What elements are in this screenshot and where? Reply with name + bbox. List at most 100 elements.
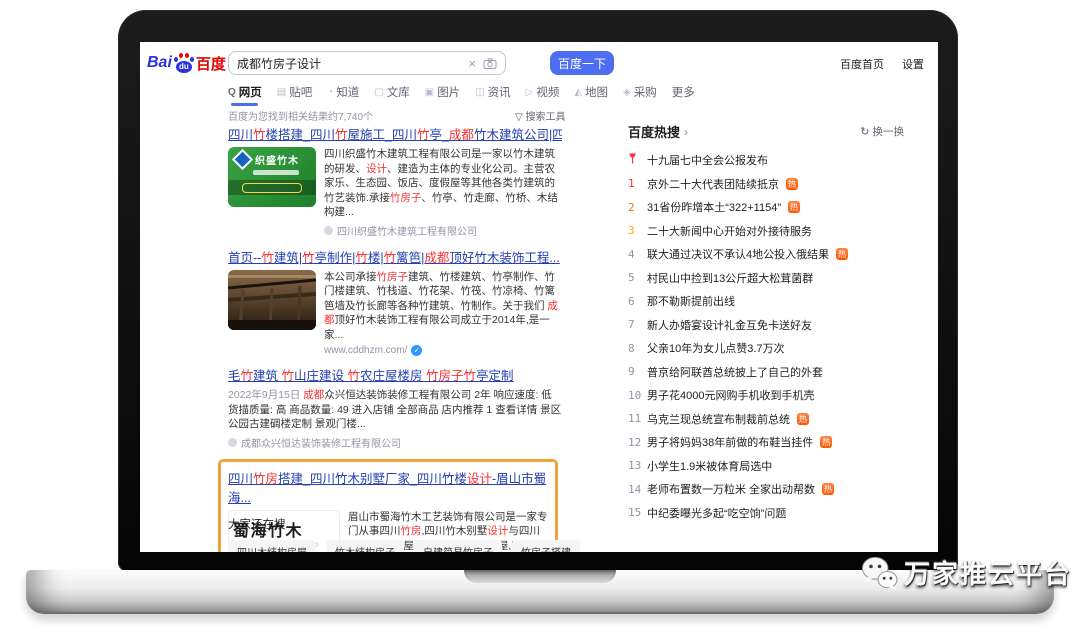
phone-line: [253, 170, 299, 175]
result-title-link[interactable]: 四川竹房搭建_四川竹木别墅厂家_四川竹楼设计-眉山市蜀海...: [228, 468, 548, 506]
result-source[interactable]: www.cddhzm.com/ ✓: [324, 345, 562, 356]
hot-item-text: 31省份昨增本土“322+1154”: [647, 199, 781, 215]
zhidao-icon: ◔: [327, 87, 333, 98]
text-segment: 设计: [366, 163, 387, 175]
hot-search-item[interactable]: 12男子将妈妈38年前做的布鞋当挂件热: [628, 434, 904, 450]
pin-top-icon: [628, 153, 640, 167]
result-body: 2022年9月15日 成都众兴恒达装饰装修工程有限公司 2年 响应速度: 低 货…: [228, 388, 562, 450]
result-title-link[interactable]: 四川竹楼搭建_四川竹屋施工_四川竹亭_成都竹木建筑公司|四...: [228, 124, 562, 143]
hot-search-item[interactable]: 6那不勒斯提前出线: [628, 293, 904, 309]
search-button[interactable]: 百度一下: [550, 51, 614, 75]
camera-icon[interactable]: [483, 58, 497, 69]
hot-rank: 13: [628, 459, 640, 472]
source-text: www.cddhzm.com/: [324, 345, 407, 356]
refresh-button[interactable]: ↻ 换一换: [860, 124, 904, 139]
text-segment: 竹: [335, 128, 348, 142]
chevron-right-icon: ›: [684, 125, 688, 139]
tab-资讯[interactable]: ◫资讯: [475, 84, 510, 106]
result-thumbnail[interactable]: 织盛竹木: [228, 147, 316, 207]
baidu-home-link[interactable]: 百度首页: [840, 56, 884, 72]
hot-search-item[interactable]: 10男子花4000元网购手机收到手机壳: [628, 387, 904, 403]
text-segment: 亭制作|: [315, 251, 356, 265]
hot-item-text: 乌克兰现总统宣布制裁前总统: [647, 411, 790, 427]
related-chip[interactable]: 自建简易竹房子: [414, 540, 502, 552]
hot-item-text: 新人办婚宴设计礼金互免卡送好友: [647, 317, 812, 333]
tab-文库[interactable]: ▢文库: [374, 84, 409, 106]
banner-strip: [228, 180, 316, 195]
hot-search-item[interactable]: 9普京给阿联酋总统披上了自己的外套: [628, 364, 904, 380]
text-segment: 竹: [241, 369, 254, 383]
hot-search-item[interactable]: 13小学生1.9米被体育局选中: [628, 458, 904, 474]
text-segment: 竹: [417, 128, 430, 142]
tab-知道[interactable]: ◔知道: [327, 84, 359, 106]
hot-search-item[interactable]: 8父亲10年为女儿点赞3.7万次: [628, 340, 904, 356]
search-result: 首页--竹建筑|竹亭制作|竹楼|竹篱笆|成都顶好竹木装饰工程...本公司承接竹房…: [228, 247, 562, 357]
hot-badge-icon: 热: [788, 201, 800, 213]
hot-search-item[interactable]: 14老师布置数一万粒米 全家出动帮数热: [628, 481, 904, 497]
hot-search-item[interactable]: 5村民山中捡到13公斤超大松茸菌群: [628, 270, 904, 286]
hot-item-text: 十九届七中全会公报发布: [647, 152, 768, 168]
text-segment: 本公司承接: [324, 271, 377, 283]
hot-search-item[interactable]: 15中纪委曝光多起“吃空饷”问题: [628, 505, 904, 521]
result-text-column: 本公司承接竹房子建筑、竹楼建筑、竹亭制作、竹门楼建筑、竹栈道、竹花架、竹筏、竹凉…: [324, 270, 562, 357]
hot-search-item[interactable]: 7新人办婚宴设计礼金互免卡送好友: [628, 317, 904, 333]
tab-贴吧[interactable]: ▤贴吧: [277, 84, 312, 106]
hot-search-item[interactable]: 4联大通过决议不承认4地公投入俄结果热: [628, 246, 904, 262]
tab-label: 资讯: [488, 84, 511, 100]
hot-badge-icon: 热: [822, 483, 834, 495]
hot-title[interactable]: 百度热搜: [628, 122, 680, 141]
wenku-icon: ▢: [374, 87, 383, 98]
hot-rank: 9: [628, 365, 640, 378]
hot-rank: 2: [628, 201, 640, 214]
hot-rank: 5: [628, 271, 640, 284]
search-tools-button[interactable]: ▽ 搜索工具: [515, 108, 565, 123]
tab-更多[interactable]: 更多: [672, 84, 695, 106]
hot-search-item[interactable]: 2 31省份昨增本土“322+1154” 热: [628, 199, 904, 215]
settings-link[interactable]: 设置: [902, 56, 924, 72]
text-segment: 亭_: [429, 128, 448, 142]
text-segment: 竹: [282, 369, 295, 383]
hot-search-item[interactable]: 3二十大新闻中心开始对外接待服务: [628, 223, 904, 239]
close-icon[interactable]: ×: [468, 56, 476, 71]
text-segment: 亭定制: [476, 369, 514, 383]
logo-cn: 百度: [196, 53, 226, 74]
hot-rank: 11: [628, 412, 640, 425]
tab-网页[interactable]: Q网页: [228, 84, 262, 106]
text-segment: 建筑: [253, 369, 281, 383]
result-source[interactable]: 成都众兴恒达装饰装修工程有限公司: [228, 435, 562, 450]
hot-search-item[interactable]: 1京外二十大代表团陆续抵京热: [628, 176, 904, 192]
tab-采购[interactable]: ◈采购: [623, 84, 657, 106]
hot-item-text: 那不勒斯提前出线: [647, 293, 735, 309]
hot-rank: 12: [628, 436, 640, 449]
text-segment: 竹: [384, 251, 397, 265]
search-query[interactable]: 成都竹房子设计: [237, 55, 468, 72]
result-source[interactable]: 四川织盛竹木建筑工程有限公司: [324, 223, 562, 238]
result-title-link[interactable]: 毛竹建筑 竹山庄建设 竹农庄屋楼房 竹房子竹亭定制: [228, 365, 562, 384]
result-description: 四川织盛竹木建筑工程有限公司是一家以竹木建筑的研发、设计、建造为主体的专业化公司…: [324, 147, 562, 220]
related-title: 大家还在搜: [228, 516, 588, 532]
verified-icon: ✓: [411, 345, 422, 356]
related-searches: 大家还在搜 四川木结构房屋竹木结构房子自建简易竹房子竹房子搭建: [228, 516, 588, 552]
result-title-link[interactable]: 首页--竹建筑|竹亭制作|竹楼|竹篱笆|成都顶好竹木装饰工程...: [228, 247, 562, 266]
search-input[interactable]: 成都竹房子设计 ×: [228, 51, 506, 75]
text-segment: 楼搭建_四川: [266, 128, 335, 142]
result-body: 本公司承接竹房子建筑、竹楼建筑、竹亭制作、竹门楼建筑、竹栈道、竹花架、竹筏、竹凉…: [228, 270, 562, 357]
tab-图片[interactable]: ▣图片: [425, 84, 460, 106]
related-chip[interactable]: 竹木结构房子: [326, 540, 404, 552]
hot-search-item[interactable]: 十九届七中全会公报发布: [628, 152, 904, 168]
hot-item-text: 中纪委曝光多起“吃空饷”问题: [647, 505, 786, 521]
hot-search-panel: 百度热搜 › ↻ 换一换 十九届七中全会公报发布1京外二十大代表团陆续抵京热23…: [628, 122, 904, 528]
related-chip[interactable]: 四川木结构房屋: [228, 540, 316, 552]
hot-search-item[interactable]: 11乌克兰现总统宣布制裁前总统热: [628, 411, 904, 427]
text-segment: 竹房子竹: [426, 369, 476, 383]
text-segment: 搭建_四川竹木别墅厂家_四川竹楼: [278, 472, 467, 486]
related-chip[interactable]: 竹房子搭建: [512, 540, 580, 552]
map-icon: ◭: [574, 87, 582, 98]
baidu-logo[interactable]: Bai du 百度: [147, 52, 226, 74]
tab-地图[interactable]: ◭地图: [574, 84, 608, 106]
result-thumbnail[interactable]: [228, 270, 316, 330]
tab-视频[interactable]: ▷视频: [526, 84, 560, 106]
result-text-column: 2022年9月15日 成都众兴恒达装饰装修工程有限公司 2年 响应速度: 低 货…: [228, 388, 562, 450]
hot-badge-icon: 热: [836, 248, 848, 260]
caigou-icon: ◈: [623, 87, 631, 98]
